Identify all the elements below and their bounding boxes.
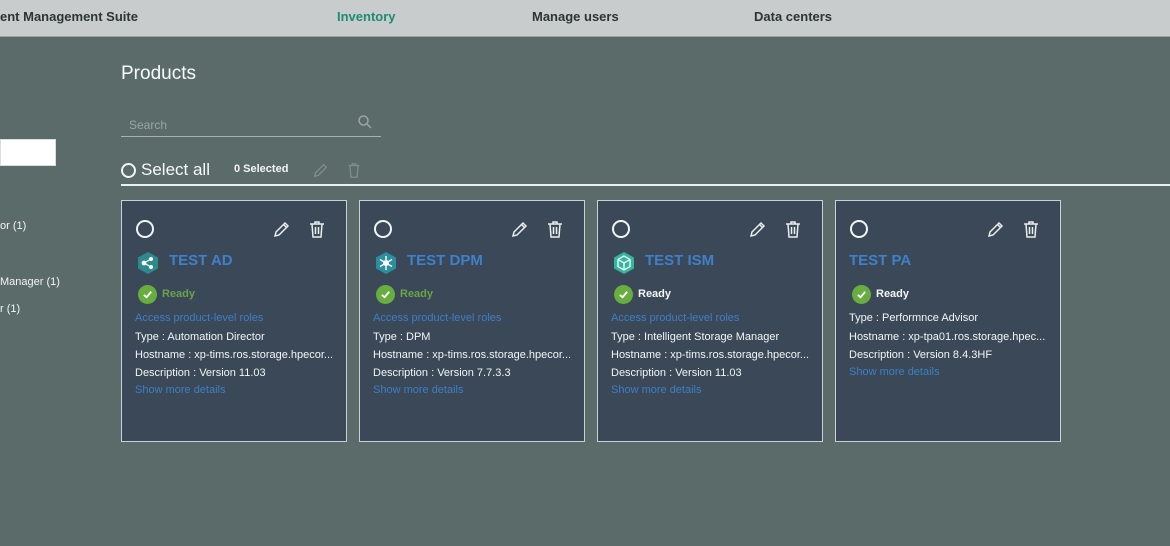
roles-link[interactable]: Access product-level roles bbox=[135, 312, 263, 324]
delete-icon[interactable] bbox=[1021, 219, 1041, 239]
status-indicator: Ready bbox=[376, 284, 433, 304]
product-hostname: Hostname : xp-tims.ros.storage.hpecor... bbox=[611, 349, 810, 361]
sidebar-item-3[interactable]: r (1) bbox=[0, 303, 20, 315]
card-select-radio[interactable] bbox=[136, 220, 154, 238]
search-box bbox=[121, 112, 381, 137]
sidebar-filter-input[interactable] bbox=[0, 139, 56, 166]
card-select-radio[interactable] bbox=[374, 220, 392, 238]
select-all-toggle[interactable]: Select all bbox=[121, 159, 210, 181]
nav-manage-users[interactable]: Manage users bbox=[532, 9, 619, 24]
nav-data-centers[interactable]: Data centers bbox=[754, 9, 832, 24]
card-select-radio[interactable] bbox=[612, 220, 630, 238]
product-name[interactable]: TEST PA bbox=[849, 252, 911, 269]
product-description: Description : Version 11.03 bbox=[611, 367, 742, 379]
status-indicator: Ready bbox=[614, 284, 671, 304]
section-divider bbox=[121, 184, 1170, 186]
dpm-icon bbox=[376, 252, 396, 274]
ready-check-icon bbox=[852, 284, 871, 304]
show-more-link[interactable]: Show more details bbox=[135, 384, 226, 396]
status-indicator: Ready bbox=[138, 284, 195, 304]
product-description: Description : Version 11.03 bbox=[135, 367, 266, 379]
selected-count: 0 Selected bbox=[234, 163, 289, 175]
status-text: Ready bbox=[638, 288, 672, 300]
product-card-ism[interactable]: TEST ISM Ready Access product-level role… bbox=[597, 200, 823, 442]
product-hostname: Hostname : xp-tims.ros.storage.hpecor... bbox=[373, 349, 572, 361]
product-hostname: Hostname : xp-tims.ros.storage.hpecor... bbox=[135, 349, 334, 361]
edit-icon[interactable] bbox=[510, 219, 530, 239]
delete-icon[interactable] bbox=[783, 219, 803, 239]
card-select-radio[interactable] bbox=[850, 220, 868, 238]
product-hostname: Hostname : xp-tpa01.ros.storage.hpec... bbox=[849, 331, 1046, 343]
select-all-radio[interactable] bbox=[121, 162, 136, 178]
roles-link[interactable]: Access product-level roles bbox=[611, 312, 739, 324]
edit-icon[interactable] bbox=[748, 219, 768, 239]
edit-icon[interactable] bbox=[986, 219, 1006, 239]
show-more-link[interactable]: Show more details bbox=[849, 366, 940, 378]
product-type: Type : Performnce Advisor bbox=[849, 312, 978, 324]
intelligent-storage-manager-icon bbox=[614, 252, 634, 274]
product-card-dpm[interactable]: TEST DPM Ready Access product-level role… bbox=[359, 200, 585, 442]
page-title: Products bbox=[121, 63, 196, 84]
search-icon[interactable] bbox=[357, 114, 373, 130]
product-card-pa[interactable]: TEST PA Ready Type : Performnce Advisor … bbox=[835, 200, 1061, 442]
product-type: Type : Intelligent Storage Manager bbox=[611, 331, 780, 343]
product-type: Type : Automation Director bbox=[135, 331, 265, 343]
bulk-delete-icon[interactable] bbox=[345, 160, 363, 180]
product-name[interactable]: TEST AD bbox=[169, 252, 233, 269]
status-indicator: Ready bbox=[852, 284, 909, 304]
delete-icon[interactable] bbox=[545, 219, 565, 239]
status-text: Ready bbox=[876, 288, 910, 300]
roles-link[interactable]: Access product-level roles bbox=[373, 312, 501, 324]
show-more-link[interactable]: Show more details bbox=[611, 384, 702, 396]
edit-icon[interactable] bbox=[272, 219, 292, 239]
status-text: Ready bbox=[162, 288, 196, 300]
status-text: Ready bbox=[400, 288, 434, 300]
ready-check-icon bbox=[376, 284, 395, 304]
delete-icon[interactable] bbox=[307, 219, 327, 239]
nav-inventory[interactable]: Inventory bbox=[337, 9, 396, 24]
select-all-label: Select all bbox=[141, 160, 210, 179]
bulk-edit-icon[interactable] bbox=[312, 160, 330, 180]
product-description: Description : Version 7.7.3.3 bbox=[373, 367, 511, 379]
product-description: Description : Version 8.4.3HF bbox=[849, 349, 993, 361]
sidebar-item-1[interactable]: or (1) bbox=[0, 220, 26, 232]
product-type: Type : DPM bbox=[373, 331, 431, 343]
product-name[interactable]: TEST ISM bbox=[645, 252, 714, 269]
automation-director-icon bbox=[138, 252, 158, 274]
product-name[interactable]: TEST DPM bbox=[407, 252, 483, 269]
app-title: ent Management Suite bbox=[0, 9, 138, 24]
sidebar-item-2[interactable]: Manager (1) bbox=[0, 276, 60, 288]
show-more-link[interactable]: Show more details bbox=[373, 384, 464, 396]
ready-check-icon bbox=[138, 284, 157, 304]
ready-check-icon bbox=[614, 284, 633, 304]
search-input[interactable] bbox=[127, 115, 351, 135]
product-card-ad[interactable]: TEST AD Ready Access product-level roles… bbox=[121, 200, 347, 442]
top-nav-bar: ent Management Suite Inventory Manage us… bbox=[0, 0, 1170, 37]
